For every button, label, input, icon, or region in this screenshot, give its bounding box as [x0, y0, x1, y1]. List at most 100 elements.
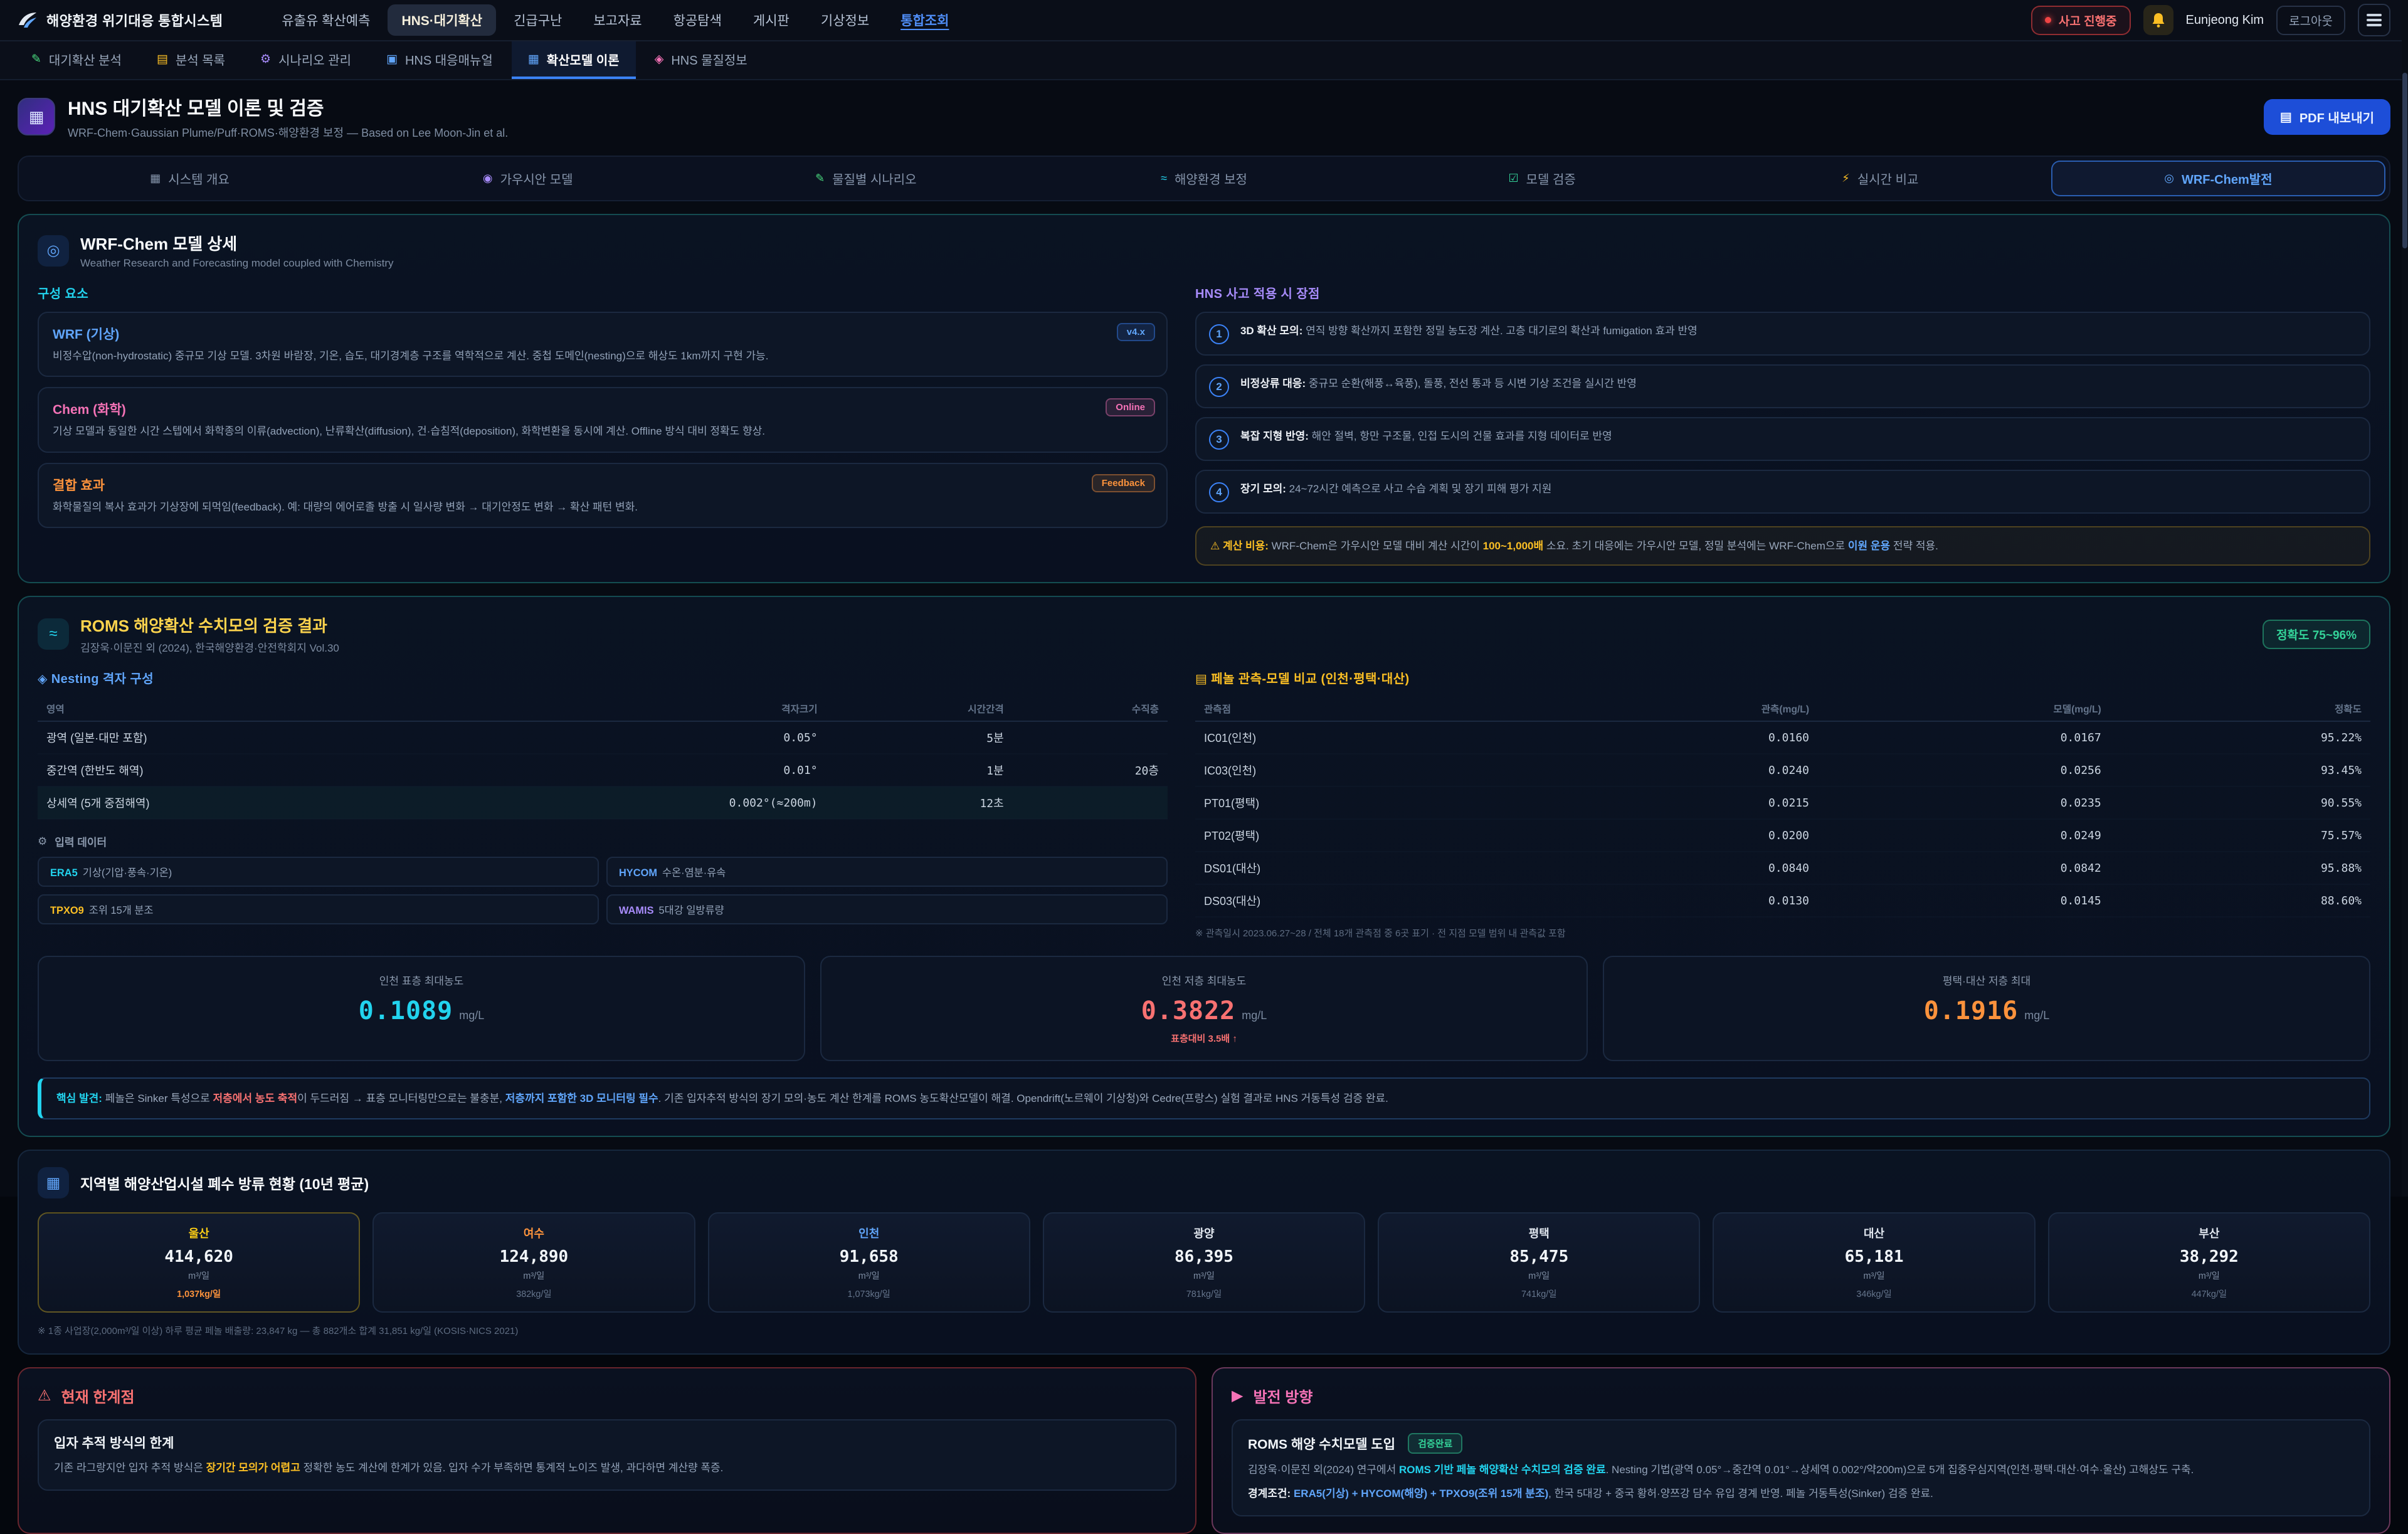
book-icon: ▣ [386, 52, 398, 66]
region-unit: m³/일 [1052, 1269, 1356, 1282]
brand[interactable]: 해양환경 위기대응 통합시스템 [18, 10, 223, 30]
section-title: WRF-Chem 모델 상세 [80, 231, 394, 255]
tab-label: 해양환경 보정 [1175, 169, 1247, 188]
nav-item-integrated-search[interactable]: 통합조회 [887, 4, 963, 36]
nav-item-hns-atmospheric[interactable]: HNS·대기확산 [388, 4, 496, 36]
subnav-label: 대기확산 분석 [49, 50, 122, 68]
region-sub: 346kg/일 [1721, 1287, 2026, 1300]
chip-text: 조위 15개 분조 [89, 905, 154, 916]
region-unit: m³/일 [381, 1269, 686, 1282]
logout-button[interactable]: 로그아웃 [2276, 6, 2345, 35]
wave-icon: ≈ [1161, 172, 1167, 185]
limitations-header: ⚠ 현재 한계점 [38, 1385, 1176, 1407]
warning-text: 소요. 초기 대응에는 가우시안 모델, 정밀 분석에는 WRF-Chem으로 [1543, 540, 1848, 552]
step-number: 1 [1209, 324, 1229, 344]
limitation-highlight: 장기간 모의가 어렵고 [206, 1462, 300, 1474]
col-header: 격자크기 [458, 697, 826, 721]
nav-item-aerial-search[interactable]: 항공탐색 [660, 4, 736, 36]
subnav-label: 분석 목록 [176, 50, 225, 68]
development-highlight: ROMS 기반 페놀 해양확산 수치모의 검증 완료 [1399, 1464, 1606, 1476]
brand-title: 해양환경 위기대응 통합시스템 [46, 10, 223, 30]
development-paragraph-1: 김장욱·이문진 외(2024) 연구에서 ROMS 기반 페놀 해양확산 수치모… [1248, 1461, 2354, 1479]
page-header: ▦ HNS 대기확산 모델 이론 및 검증 WRF-Chem·Gaussian … [0, 80, 2408, 151]
subnav-item-diffusion-model-theory[interactable]: ▦ 확산모델 이론 [512, 41, 636, 79]
table-row: PT02(평택) 0.0200 0.0249 75.57% [1195, 819, 2370, 852]
nav-item-oil-diffusion[interactable]: 유출유 확산예측 [268, 4, 384, 36]
rocket-icon: ▶ [1232, 1387, 1243, 1405]
subnav-item-hns-substance-info[interactable]: ◈ HNS 물질정보 [638, 41, 764, 79]
notifications-button[interactable] [2143, 5, 2173, 35]
tab-marine-correction[interactable]: ≈ 해양환경 보정 [1037, 161, 1371, 196]
vertical-scrollbar[interactable] [2402, 0, 2408, 1197]
region-name: 평택 [1386, 1225, 1691, 1241]
page-title-group: HNS 대기확산 모델 이론 및 검증 WRF-Chem·Gaussian Pl… [68, 93, 508, 140]
stat-card-pyeongtaek-daesan-bottom: 평택·대산 저층 최대 0.1916mg/L [1603, 956, 2370, 1061]
col-header: 관측점 [1195, 697, 1526, 721]
limitation-text: 기존 라그랑지안 입자 추적 방식은 [54, 1462, 206, 1474]
area-cell: 광역 (일본·대만 포함) [38, 721, 458, 754]
development-label: 경계조건: [1248, 1488, 1294, 1500]
development-paragraph-2: 경계조건: ERA5(기상) + HYCOM(해양) + TPXO9(조위 15… [1248, 1485, 2354, 1503]
warning-highlight: 이원 운용 [1848, 540, 1890, 552]
nav-item-reports[interactable]: 보고자료 [579, 4, 655, 36]
stat-value: 0.1916 [1924, 997, 2019, 1025]
bell-icon [2151, 12, 2166, 28]
advantage-desc: 해안 절벽, 항만 구조물, 인접 도시의 건물 효과를 지형 데이터로 반영 [1312, 430, 1612, 442]
computation-cost-warning: ⚠ 계산 비용: WRF-Chem은 가우시안 모델 대비 계산 시간이 100… [1195, 526, 2370, 566]
nav-item-weather[interactable]: 기상정보 [807, 4, 883, 36]
limitations-title: 현재 한계점 [61, 1385, 135, 1407]
layers-cell [1013, 721, 1168, 754]
tab-wrfchem-advanced[interactable]: ◎ WRF-Chem발전 [2051, 161, 2385, 196]
scrollbar-thumb[interactable] [2402, 73, 2407, 248]
components-column: 구성 요소 WRF (기상) v4.x 비정수압(non-hydrostatic… [38, 283, 1168, 566]
chip-tag: ERA5 [50, 867, 78, 879]
subnav-item-scenario-management[interactable]: ⚙ 시나리오 관리 [244, 41, 367, 79]
tab-system-overview[interactable]: ▦ 시스템 개요 [23, 161, 357, 196]
tab-gaussian-model[interactable]: ◉ 가우시안 모델 [361, 161, 695, 196]
model-cell: 0.0145 [1818, 884, 2110, 917]
input-data-chips: ERA5기상(기압·풍속·기온) HYCOM수온·염분·유속 TPXO9조위 1… [38, 857, 1168, 924]
tab-realtime-comparison[interactable]: ⚡ 실시간 비교 [1713, 161, 2047, 196]
region-sub: 382kg/일 [381, 1287, 686, 1300]
subnav-item-atmos-analysis[interactable]: ✎ 대기확산 분석 [15, 41, 138, 79]
main-menu: 유출유 확산예측 HNS·대기확산 긴급구난 보고자료 항공탐색 게시판 기상정… [268, 4, 963, 36]
nav-item-emergency-rescue[interactable]: 긴급구난 [500, 4, 576, 36]
station-cell: IC01(인천) [1195, 721, 1526, 754]
hamburger-menu-button[interactable] [2358, 4, 2390, 36]
page-title: HNS 대기확산 모델 이론 및 검증 [68, 93, 508, 120]
subnav-item-analysis-list[interactable]: ▤ 분석 목록 [140, 41, 241, 79]
table-row: DS03(대산) 0.0130 0.0145 88.60% [1195, 884, 2370, 917]
region-sub: 781kg/일 [1052, 1287, 1356, 1300]
nav-item-board[interactable]: 게시판 [739, 4, 803, 36]
step-number: 3 [1209, 430, 1229, 450]
limitation-item-title: 입자 추적 방식의 한계 [54, 1433, 1160, 1452]
region-cards: 울산 414,620 m³/일 1,037kg/일 여수 124,890 m³/… [38, 1212, 2370, 1313]
stat-value: 0.1089 [359, 997, 453, 1025]
subnav-label: 확산모델 이론 [547, 50, 620, 68]
pdf-export-button[interactable]: ▤ PDF 내보내기 [2264, 99, 2390, 135]
dt-cell: 5분 [826, 721, 1013, 754]
table-row: PT01(평택) 0.0215 0.0235 90.55% [1195, 786, 2370, 819]
tab-substance-scenarios[interactable]: ✎ 물질별 시나리오 [699, 161, 1033, 196]
subnav-item-hns-manual[interactable]: ▣ HNS 대응매뉴얼 [370, 41, 509, 79]
region-card-incheon: 인천 91,658 m³/일 1,073kg/일 [708, 1212, 1030, 1313]
input-chip-hycom: HYCOM수온·염분·유속 [606, 857, 1168, 887]
stat-label: 인천 저층 최대농도 [834, 972, 1574, 988]
development-text: . Nesting 기법(광역 0.05°→중간역 0.01°→상세역 0.00… [1606, 1464, 2194, 1476]
user-name: Eunjeong Kim [2186, 13, 2264, 28]
region-card-gwangyang: 광양 86,395 m³/일 781kg/일 [1043, 1212, 1365, 1313]
key-finding-text: . 기존 입자추적 방식의 장기 모의·농도 계산 한계를 ROMS 농도확산모… [658, 1092, 1388, 1104]
tab-model-validation[interactable]: ☑ 모델 검증 [1375, 161, 1709, 196]
obs-cell: 0.0130 [1526, 884, 1818, 917]
component-desc: 화학물질의 복사 효과가 기상장에 되먹임(feedback). 예: 대량의 … [53, 499, 1153, 516]
subnav-label: HNS 물질정보 [671, 50, 747, 68]
bottom-cards: ⚠ 현재 한계점 입자 추적 방식의 한계 기존 라그랑지안 입자 추적 방식은… [18, 1367, 2390, 1534]
region-name: 부산 [2057, 1225, 2362, 1241]
obs-cell: 0.0160 [1526, 721, 1818, 754]
region-name: 여수 [381, 1225, 686, 1241]
nesting-title: Nesting 격자 구성 [51, 672, 154, 686]
model-cell: 0.0167 [1818, 721, 2110, 754]
key-finding-banner: 핵심 발견: 페놀은 Sinker 특성으로 저층에서 농도 축적이 두드러짐 … [38, 1077, 2370, 1119]
incident-status-badge[interactable]: 사고 진행중 [2031, 6, 2131, 35]
table-row: 광역 (일본·대만 포함) 0.05° 5분 [38, 721, 1168, 754]
